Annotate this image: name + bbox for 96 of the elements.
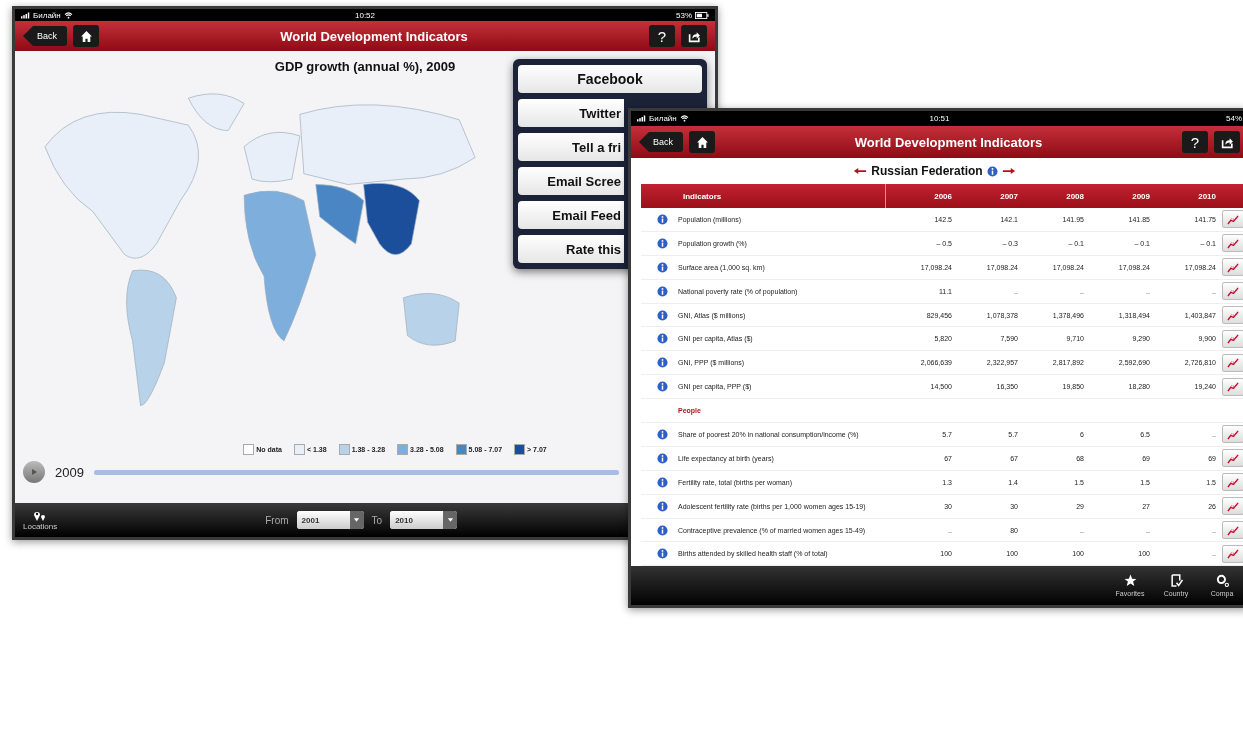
left-arrow-icon[interactable] (853, 167, 868, 175)
right-arrow-icon[interactable] (1001, 167, 1016, 175)
chart-button[interactable] (1222, 473, 1243, 492)
info-icon[interactable] (657, 476, 668, 488)
status-time: 10:52 (355, 10, 375, 20)
to-dropdown[interactable]: 2010 (390, 511, 458, 529)
line-chart-icon (1226, 309, 1240, 321)
house-icon (695, 135, 709, 149)
wifi-icon (63, 11, 73, 19)
wifi-icon (679, 115, 689, 122)
info-icon[interactable] (657, 357, 668, 369)
star-icon (1123, 574, 1137, 588)
chart-button[interactable] (1222, 258, 1243, 277)
home-button[interactable] (689, 131, 715, 153)
info-icon[interactable] (657, 309, 668, 321)
chart-button[interactable] (1222, 497, 1243, 516)
line-chart-icon (1226, 524, 1240, 536)
map-title: GDP growth (annual %), 2009 (273, 58, 457, 76)
chart-button[interactable] (1222, 306, 1243, 324)
nav-title: World Development Indicators (279, 28, 469, 44)
to-label: To (371, 514, 383, 526)
column-header: Indicators (641, 184, 886, 208)
house-icon (79, 29, 93, 43)
status-time: 10:51 (929, 114, 950, 123)
info-icon[interactable] (657, 285, 668, 297)
share-menu-item[interactable]: Email Scree (518, 167, 624, 195)
chart-button[interactable] (1222, 377, 1243, 396)
chart-button[interactable] (1222, 425, 1243, 444)
chart-button[interactable] (1222, 521, 1243, 539)
info-icon[interactable] (657, 452, 668, 464)
chart-button[interactable] (1222, 234, 1243, 253)
info-icon[interactable] (657, 500, 668, 512)
info-icon[interactable] (657, 524, 668, 536)
country-name: Russian Federation (871, 164, 983, 178)
info-icon[interactable] (657, 333, 668, 345)
info-icon[interactable] (657, 548, 668, 560)
line-chart-icon (1226, 333, 1240, 345)
chart-button[interactable] (1222, 449, 1243, 468)
battery-percent: 53% (676, 10, 692, 20)
info-icon[interactable] (657, 213, 668, 225)
line-chart-icon (1226, 261, 1240, 273)
from-dropdown[interactable]: 2001 (296, 511, 364, 529)
help-button[interactable]: ? (649, 25, 675, 47)
column-header: 2006 (933, 191, 952, 201)
year-label: 2009 (55, 464, 84, 480)
from-label: From (265, 514, 289, 526)
back-button[interactable]: Back (23, 26, 67, 46)
back-button[interactable]: Back (639, 132, 683, 152)
home-button[interactable] (73, 25, 99, 47)
line-chart-icon (1226, 381, 1240, 393)
info-icon[interactable] (657, 261, 668, 273)
share-menu-item[interactable]: Rate this (518, 235, 624, 263)
carrier-name: Билайн (649, 114, 677, 123)
chart-button[interactable] (1222, 544, 1243, 563)
play-icon (29, 467, 39, 477)
share-menu-item[interactable]: Twitter (518, 99, 624, 127)
column-header: 2009 (1131, 191, 1150, 201)
share-menu-item[interactable]: Tell a fri (518, 133, 624, 161)
help-button[interactable]: ? (1182, 131, 1208, 153)
column-header: 2007 (999, 191, 1018, 201)
locations-button[interactable]: Locations (23, 509, 58, 531)
share-menu-item[interactable]: Email Feed (518, 201, 624, 229)
column-header: 2010 (1197, 191, 1216, 201)
line-chart-icon (1226, 285, 1240, 297)
share-menu-item[interactable]: Facebook (518, 65, 702, 93)
year-slider[interactable] (93, 469, 619, 475)
signal-icon (21, 11, 30, 19)
share-button[interactable] (1214, 131, 1240, 153)
line-chart-icon (1226, 357, 1240, 369)
signal-icon (637, 115, 646, 122)
share-button[interactable] (681, 25, 707, 47)
caret-icon (353, 517, 361, 523)
chart-button[interactable] (1222, 353, 1243, 372)
battery-icon (695, 11, 709, 19)
line-chart-icon (1226, 548, 1240, 560)
info-icon[interactable] (657, 428, 668, 440)
line-chart-icon (1226, 237, 1240, 249)
nav-title: World Development Indicators (853, 134, 1044, 150)
line-chart-icon (1226, 213, 1240, 225)
caret-icon (446, 517, 454, 523)
info-icon[interactable] (986, 165, 998, 177)
line-chart-icon (1226, 500, 1240, 512)
carrier-name: Билайн (33, 10, 61, 20)
line-chart-icon (1226, 452, 1240, 464)
info-icon[interactable] (657, 381, 668, 393)
chart-button[interactable] (1222, 210, 1243, 229)
info-icon[interactable] (657, 237, 668, 249)
column-header: 2008 (1065, 191, 1084, 201)
line-chart-icon (1226, 476, 1240, 488)
chart-button[interactable] (1222, 329, 1243, 348)
line-chart-icon (1226, 428, 1240, 440)
chart-button[interactable] (1222, 282, 1243, 301)
map-pin-icon (33, 509, 48, 522)
play-button[interactable] (23, 461, 45, 483)
battery-percent: 54% (1225, 114, 1242, 123)
checklist-icon (1169, 574, 1183, 588)
